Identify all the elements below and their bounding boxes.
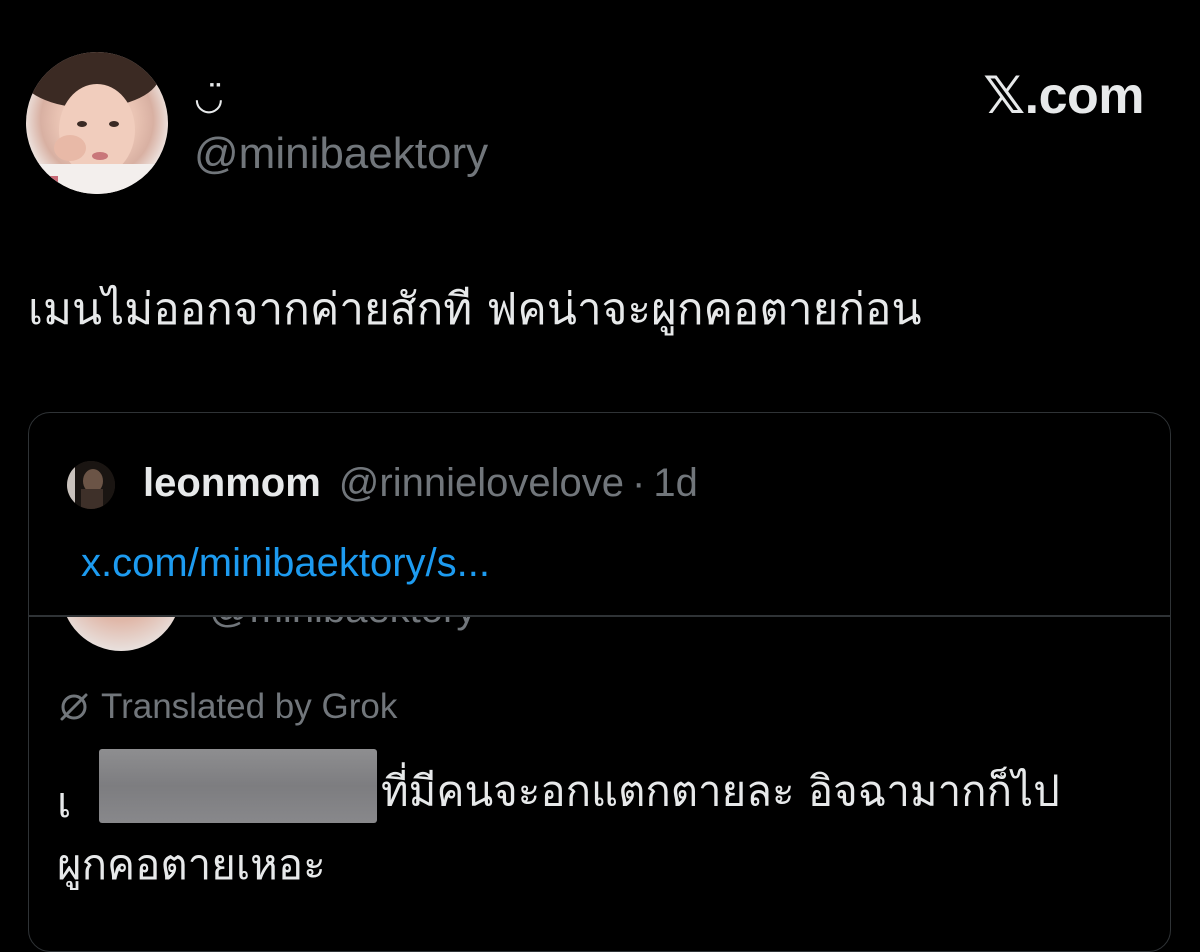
translated-by-grok: Translated by Grok (57, 687, 397, 727)
embedded-avatar-partial (61, 617, 181, 651)
translated-text-line-1: เ ที่มีคนจะอกแตกตายละ อิจฉามากก็ไป (57, 749, 1060, 831)
post-text: เมนไม่ออกจากค่ายสักที ฟคน่าจะผูกคอตายก่อ… (28, 284, 922, 335)
quoted-post-link[interactable]: x.com/minibaektory/s... (81, 539, 490, 587)
grok-icon (60, 693, 88, 721)
author-handle[interactable]: @minibaektory (194, 128, 488, 180)
quoted-avatar-image (67, 461, 115, 509)
translated-text-lead: เ (57, 778, 72, 827)
translated-text-line-2: ผูกคอตายเหอะ (57, 840, 326, 889)
quoted-post-timestamp[interactable]: 1d (653, 461, 698, 506)
translated-text-rest: ที่มีคนจะอกแตกตายละ อิจฉามากก็ไป (381, 766, 1060, 816)
redaction-box (99, 749, 377, 823)
author-display-name[interactable]: ◡̈ (194, 78, 224, 118)
quoted-post-header: leonmom @rinnielovelove · 1d (143, 461, 698, 511)
quoted-post-card[interactable]: leonmom @rinnielovelove · 1d x.com/minib… (28, 412, 1171, 952)
quoted-author-avatar[interactable] (67, 461, 115, 509)
author-avatar-image (26, 52, 168, 194)
translated-label: Translated by Grok (101, 687, 398, 726)
embedded-screenshot: @minibaektory Translated by Grok เ ที่มีค… (29, 617, 1170, 951)
quoted-author-handle[interactable]: @rinnielovelove (339, 461, 624, 506)
x-logo: 𝕏.com (983, 67, 1144, 125)
author-avatar[interactable] (26, 52, 168, 194)
embedded-handle-partial: @minibaektory (209, 617, 476, 633)
quoted-author-name[interactable]: leonmom (143, 461, 321, 506)
separator-dot: · (632, 461, 646, 505)
